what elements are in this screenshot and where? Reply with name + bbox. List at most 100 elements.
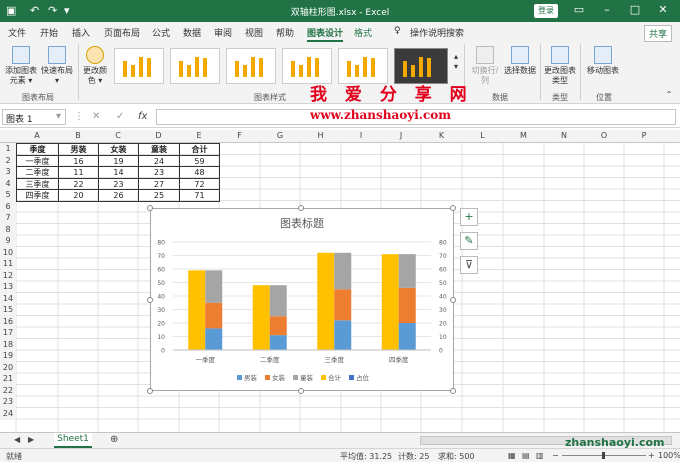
table-cell[interactable]: 26	[98, 189, 139, 202]
ribbon-display-icon[interactable]: ▭	[572, 3, 586, 16]
normal-view-icon[interactable]: ▦	[508, 451, 516, 460]
resize-handle[interactable]	[147, 205, 153, 211]
resize-handle[interactable]	[147, 297, 153, 303]
page-layout-view-icon[interactable]: ▤	[522, 451, 530, 460]
row-header[interactable]: 15	[0, 304, 16, 316]
column-header-h[interactable]: H	[300, 131, 341, 140]
column-header-o[interactable]: O	[584, 131, 624, 140]
chart-style-3[interactable]	[226, 48, 276, 84]
chart-styles-brush-icon[interactable]: ✎	[460, 232, 478, 250]
row-header[interactable]: 16	[0, 315, 16, 327]
table-cell[interactable]: 四季度	[16, 189, 59, 202]
maximize-icon[interactable]: □	[628, 3, 642, 16]
change-colors-button[interactable]: 更改颜色 ▾	[82, 46, 108, 86]
row-header[interactable]: 17	[0, 327, 16, 339]
resize-handle[interactable]	[450, 388, 456, 394]
table-cell[interactable]: 20	[58, 189, 99, 202]
prev-sheet-icon[interactable]: ◀	[14, 435, 20, 444]
column-header-m[interactable]: M	[503, 131, 544, 140]
row-header[interactable]: 6	[0, 200, 16, 212]
page-break-view-icon[interactable]: ▥	[536, 451, 544, 460]
resize-handle[interactable]	[298, 388, 304, 394]
login-button[interactable]: 登录	[534, 4, 558, 18]
tab-insert[interactable]: 插入	[72, 26, 90, 39]
close-icon[interactable]: ✕	[656, 3, 670, 16]
chevron-down-icon[interactable]: ▾	[56, 111, 61, 122]
chart-style-6[interactable]	[394, 48, 448, 84]
row-header[interactable]: 20	[0, 361, 16, 373]
row-header[interactable]: 11	[0, 258, 16, 270]
column-header-i[interactable]: I	[341, 131, 381, 140]
row-header[interactable]: 24	[0, 407, 16, 419]
column-header-c[interactable]: C	[98, 131, 138, 140]
column-header-n[interactable]: N	[544, 131, 584, 140]
add-chart-element-button[interactable]: 添加图表元素 ▾	[4, 46, 38, 86]
collapse-ribbon-icon[interactable]: ⌃	[664, 90, 674, 100]
chart-filter-icon[interactable]: ⊽	[460, 256, 478, 274]
column-header-a[interactable]: A	[16, 131, 58, 140]
row-header[interactable]: 4	[0, 177, 16, 189]
row-header[interactable]: 21	[0, 373, 16, 385]
column-header-k[interactable]: K	[421, 131, 462, 140]
row-header[interactable]: 5	[0, 189, 16, 201]
chart-plot[interactable]: 0 0 10 10 20 20 30 30 40 40 50 50 60 60 70 70 80 80 一季度 二季度…	[151, 209, 453, 390]
column-header-d[interactable]: D	[138, 131, 179, 140]
cancel-icon[interactable]: ✕	[92, 111, 100, 122]
tab-home[interactable]: 开始	[40, 26, 58, 39]
column-header-b[interactable]: B	[58, 131, 98, 140]
styles-scroll-icon[interactable]: ▴ ▾	[452, 52, 460, 72]
row-header[interactable]: 22	[0, 384, 16, 396]
row-header[interactable]: 23	[0, 396, 16, 408]
row-header[interactable]: 1	[0, 143, 16, 155]
next-sheet-icon[interactable]: ▶	[28, 435, 34, 444]
tab-format[interactable]: 格式	[354, 26, 372, 39]
table-cell[interactable]: 71	[179, 189, 220, 202]
tab-file[interactable]: 文件	[8, 26, 26, 39]
row-header[interactable]: 12	[0, 269, 16, 281]
tab-review[interactable]: 审阅	[214, 26, 232, 39]
chart-style-1[interactable]	[114, 48, 164, 84]
resize-handle[interactable]	[147, 388, 153, 394]
column-header-j[interactable]: J	[381, 131, 421, 140]
column-header-l[interactable]: L	[462, 131, 503, 140]
row-header[interactable]: 3	[0, 166, 16, 178]
chart-elements-plus-icon[interactable]: +	[460, 208, 478, 226]
change-chart-type-button[interactable]: 更改图表类型	[544, 46, 576, 86]
chart-style-2[interactable]	[170, 48, 220, 84]
quick-layout-button[interactable]: 快速布局 ▾	[40, 46, 74, 86]
resize-handle[interactable]	[298, 205, 304, 211]
tab-data[interactable]: 数据	[183, 26, 201, 39]
row-header[interactable]: 14	[0, 292, 16, 304]
row-header[interactable]: 2	[0, 154, 16, 166]
add-sheet-icon[interactable]: ⊕	[110, 434, 118, 445]
table-cell[interactable]: 25	[138, 189, 180, 202]
tab-view[interactable]: 视图	[245, 26, 263, 39]
column-header-f[interactable]: F	[219, 131, 260, 140]
row-header[interactable]: 19	[0, 350, 16, 362]
row-header[interactable]: 9	[0, 235, 16, 247]
sheet-tab[interactable]: Sheet1	[54, 433, 92, 448]
row-header[interactable]: 7	[0, 212, 16, 224]
column-header-p[interactable]: P	[624, 131, 664, 140]
zoom-in-icon[interactable]: +	[648, 451, 655, 460]
tab-page-layout[interactable]: 页面布局	[104, 26, 140, 39]
chart-area[interactable]: 图表标题 0 0 10 10 20 20 30 30 40 40 50 50 60 60 70 70 80 80 一…	[150, 208, 454, 391]
zoom-out-icon[interactable]: −	[552, 451, 559, 460]
chart-style-4[interactable]	[282, 48, 332, 84]
row-header[interactable]: 18	[0, 338, 16, 350]
share-button[interactable]: 共享	[643, 25, 672, 42]
tab-chart-design[interactable]: 图表设计	[307, 26, 344, 42]
column-header-e[interactable]: E	[179, 131, 219, 140]
resize-handle[interactable]	[450, 205, 456, 211]
chart-style-5[interactable]	[338, 48, 388, 84]
row-header[interactable]: 10	[0, 246, 16, 258]
zoom-level[interactable]: 100%	[658, 451, 680, 460]
minimize-icon[interactable]: –	[600, 3, 614, 16]
tab-help[interactable]: 帮助	[276, 26, 294, 39]
column-header-g[interactable]: G	[260, 131, 300, 140]
switch-row-column-button[interactable]: 切换行/列	[468, 46, 502, 86]
tell-me-search[interactable]: 操作说明搜索	[410, 26, 464, 39]
zoom-thumb[interactable]	[602, 452, 605, 459]
enter-icon[interactable]: ✓	[116, 111, 124, 122]
row-header[interactable]: 13	[0, 281, 16, 293]
